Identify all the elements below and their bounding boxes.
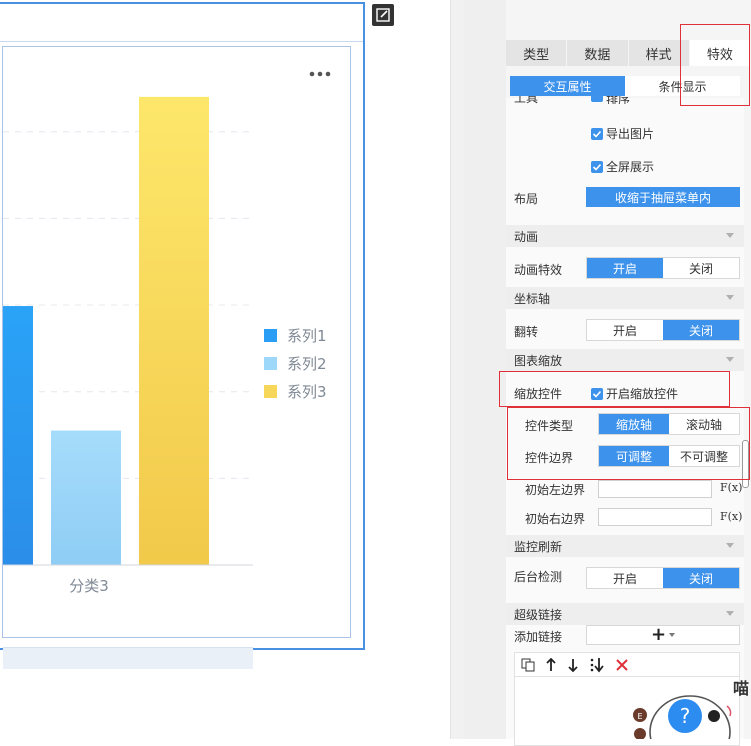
flip-off-button[interactable]: 关闭	[663, 320, 739, 340]
bar-3[interactable]	[139, 96, 209, 565]
chevron-down-icon	[726, 543, 734, 548]
checkbox-checked-icon	[591, 127, 603, 140]
formula-fx-icon[interactable]: F(x)	[720, 510, 742, 523]
flip-on-button[interactable]: 开启	[587, 320, 663, 340]
edit-icon[interactable]	[372, 4, 394, 26]
move-to-bottom-icon[interactable]	[589, 657, 605, 673]
layout-label: 布局	[514, 192, 539, 206]
legend-item-series3[interactable]: 系列3	[264, 381, 327, 402]
tab-data[interactable]: 数据	[567, 40, 629, 66]
tab-type[interactable]: 类型	[506, 40, 568, 66]
bar-2[interactable]	[51, 430, 121, 565]
section-hyperlink[interactable]: 超级链接	[506, 603, 744, 625]
formula-fx-icon[interactable]: F(x)	[720, 481, 742, 494]
chevron-down-icon	[669, 633, 676, 637]
chevron-down-icon	[726, 295, 734, 300]
chevron-down-icon	[726, 233, 734, 238]
legend-item-series1[interactable]: 系列1	[264, 325, 327, 346]
animation-off-button[interactable]: 关闭	[663, 258, 739, 278]
init-right-input[interactable]	[598, 508, 712, 526]
backend-check-toggle: 开启 关闭	[586, 567, 740, 589]
chart-title-bar	[0, 4, 363, 42]
bar-1[interactable]	[3, 306, 33, 565]
legend-swatch	[264, 357, 277, 370]
delete-icon[interactable]	[615, 658, 629, 672]
legend-item-series2[interactable]: 系列2	[264, 353, 327, 374]
arrow-up-icon[interactable]	[545, 657, 557, 672]
chart-zoom-slider[interactable]	[3, 647, 253, 669]
plus-icon: +	[650, 624, 667, 645]
fullscreen-option[interactable]: 全屏展示	[591, 158, 654, 175]
flip-label: 翻转	[514, 325, 539, 339]
legend-swatch	[264, 329, 277, 342]
animation-effect-label: 动画特效	[514, 263, 563, 277]
export-image-label: 导出图片	[606, 127, 655, 141]
x-tick-label: 分类3	[69, 577, 109, 595]
backend-off-button[interactable]: 关闭	[663, 568, 739, 588]
arrow-down-icon[interactable]	[567, 658, 579, 672]
backend-check-label: 后台检测	[514, 570, 563, 584]
section-monitor-refresh[interactable]: 监控刷新	[506, 535, 744, 557]
highlight-zoom-control	[499, 371, 730, 407]
copy-icon[interactable]	[521, 658, 535, 672]
section-animation[interactable]: 动画	[506, 225, 744, 247]
chevron-down-icon	[726, 357, 734, 362]
more-options-icon[interactable]	[308, 70, 332, 78]
legend-swatch	[264, 385, 277, 398]
checkbox-checked-icon	[591, 160, 603, 173]
add-link-button[interactable]: +	[586, 625, 740, 645]
add-link-label: 添加链接	[514, 630, 563, 644]
help-button[interactable]: ?	[668, 699, 702, 733]
link-toolbar	[514, 652, 740, 676]
export-image-option[interactable]: 导出图片	[591, 125, 654, 142]
canvas-scrollbar[interactable]	[450, 0, 464, 739]
checkbox-checked-icon	[591, 96, 603, 102]
backend-on-button[interactable]: 开启	[587, 568, 663, 588]
sort-option[interactable]: 排序	[591, 96, 630, 104]
mascot-text: 喵	[733, 679, 750, 698]
highlight-effects-tab	[680, 24, 750, 106]
animation-on-button[interactable]: 开启	[587, 258, 663, 278]
legend-label: 系列3	[287, 383, 327, 401]
toolbar-label: 工具	[514, 96, 539, 104]
chevron-down-icon	[726, 611, 734, 616]
section-axis[interactable]: 坐标轴	[506, 287, 744, 309]
chart-plot-area: 分类3 系列1 系列2 系列3	[2, 46, 351, 669]
svg-text:E: E	[637, 712, 642, 721]
section-chart-zoom[interactable]: 图表缩放	[506, 349, 744, 371]
init-left-label: 初始左边界	[525, 483, 586, 497]
chart-widget-frame[interactable]: 分类3 系列1 系列2 系列3	[0, 2, 365, 669]
animation-effect-toggle: 开启 关闭	[586, 257, 740, 279]
layout-select[interactable]: 收缩于抽屉菜单内	[586, 187, 740, 207]
panel-gutter	[464, 0, 506, 739]
init-right-label: 初始右边界	[525, 512, 586, 526]
subtab-interaction[interactable]: 交互属性	[510, 76, 625, 96]
fullscreen-label: 全屏展示	[606, 160, 655, 174]
init-left-input[interactable]	[598, 480, 712, 498]
flip-toggle: 开启 关闭	[586, 319, 740, 341]
highlight-control-settings	[507, 407, 750, 480]
design-canvas: 分类3 系列1 系列2 系列3	[0, 0, 450, 739]
legend-label: 系列1	[287, 327, 327, 345]
legend-label: 系列2	[287, 355, 327, 373]
